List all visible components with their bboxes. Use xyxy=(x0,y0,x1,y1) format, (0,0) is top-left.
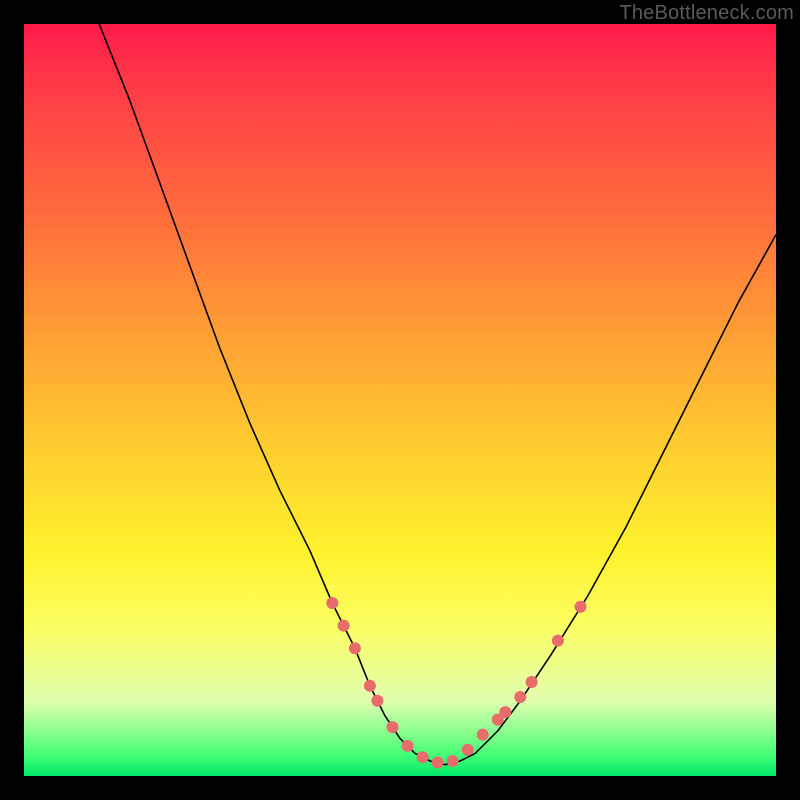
chart-frame xyxy=(24,24,776,776)
chart-background xyxy=(24,24,776,776)
watermark-text: TheBottleneck.com xyxy=(619,2,794,25)
